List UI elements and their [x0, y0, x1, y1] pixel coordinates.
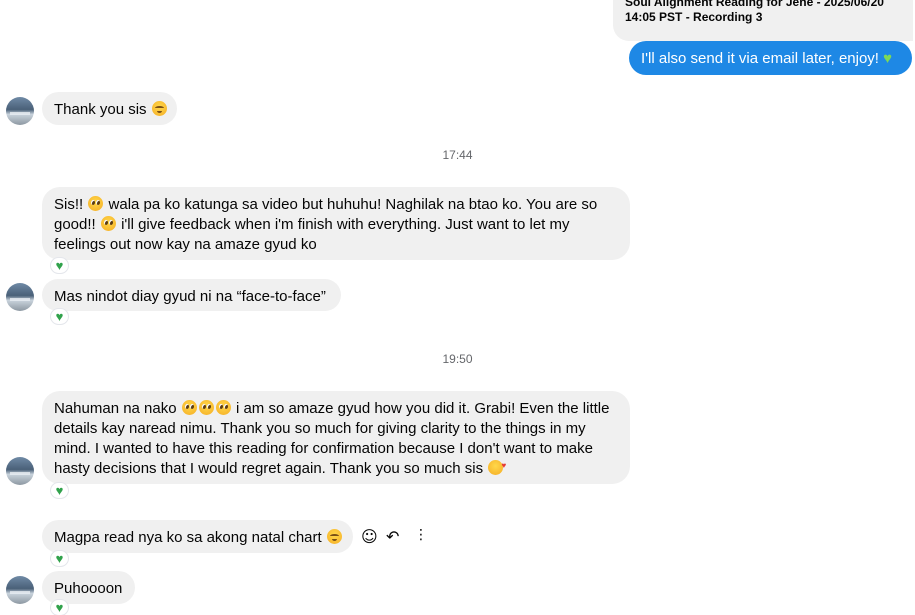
reply-arrow-icon[interactable]: ↶ [386, 527, 399, 546]
message-line: Sis!! wala pa ko katunga sa video but hu… [54, 195, 618, 215]
message-text: details kay naread nimu. Thank you so mu… [54, 420, 586, 437]
incoming-message[interactable]: Mas nindot diay gyud ni na “face-to-face… [42, 279, 341, 311]
incoming-message[interactable]: Nahuman na nako i am so amaze gyud how y… [42, 391, 630, 484]
avatar[interactable] [6, 97, 34, 125]
more-vertical-icon[interactable]: ⋮ [414, 527, 428, 543]
pleading-face-emoji [198, 400, 214, 415]
incoming-message[interactable]: Sis!! wala pa ko katunga sa video but hu… [42, 187, 630, 260]
message-text: hasty decisions that I would regret agai… [54, 460, 484, 477]
avatar[interactable] [6, 576, 34, 604]
green-heart-emoji: ♥ [883, 50, 893, 67]
message-text: Puhoooon [54, 580, 123, 597]
message-text: I'll also send it via email later, enjoy… [641, 50, 879, 67]
relieved-face-emoji [326, 529, 342, 544]
message-line: Nahuman na nako i am so amaze gyud how y… [54, 399, 618, 419]
reaction-badge[interactable]: ♥ [51, 309, 68, 324]
reaction-badge[interactable]: ♥ [51, 483, 68, 498]
reaction-badge[interactable]: ♥ [51, 258, 68, 273]
message-text: Nahuman na nako [54, 400, 177, 417]
message-line: mind. I wanted to have this reading for … [54, 439, 618, 459]
message-line: details kay naread nimu. Thank you so mu… [54, 419, 618, 439]
timestamp: 19:50 [442, 352, 473, 366]
message-text: i am so amaze gyud how you did it. Grabi… [235, 400, 610, 417]
pleading-face-emoji [100, 216, 116, 231]
message-text: Sis!! [54, 196, 84, 213]
green-heart-icon: ♥ [55, 551, 64, 566]
recording-title-line1: Soul Alignment Reading for Jene - 2025/0… [625, 0, 884, 9]
message-text: mind. I wanted to have this reading for … [54, 440, 593, 457]
shared-recording-title: Soul Alignment Reading for Jene - 2025/0… [625, 0, 905, 25]
relieved-face-emoji [151, 101, 167, 116]
pleading-face-emoji [88, 196, 104, 211]
message-line: good!! i'll give feedback when i'm finis… [54, 215, 618, 235]
message-text: Mas nindot diay gyud ni na “face-to-face… [54, 288, 326, 305]
avatar[interactable] [6, 283, 34, 311]
incoming-message[interactable]: Magpa read nya ko sa akong natal chart [42, 520, 353, 553]
message-line: hasty decisions that I would regret agai… [54, 456, 618, 479]
pleading-face-emoji [215, 400, 231, 415]
green-heart-icon: ♥ [55, 309, 64, 324]
recording-title-line2: 14:05 PST - Recording 3 [625, 10, 763, 24]
message-text: feelings out now kay na amaze gyud ko [54, 236, 317, 253]
smiling-face-with-hearts-emoji [488, 456, 506, 476]
message-text: wala pa ko katunga sa video but huhuhu! … [108, 196, 598, 213]
green-heart-icon: ♥ [55, 600, 64, 615]
message-text: Magpa read nya ko sa akong natal chart [54, 529, 322, 546]
pleading-face-emoji [181, 400, 197, 415]
green-heart-icon: ♥ [55, 258, 64, 273]
reaction-badge[interactable]: ♥ [51, 551, 68, 566]
smiley-face-icon[interactable]: ☺ [361, 527, 378, 546]
incoming-message[interactable]: Thank you sis [42, 92, 177, 125]
message-text: Thank you sis [54, 101, 147, 118]
avatar[interactable] [6, 457, 34, 485]
message-text: i'll give feedback when i'm finish with … [121, 216, 570, 233]
outgoing-message[interactable]: I'll also send it via email later, enjoy… [629, 41, 912, 75]
message-line: feelings out now kay na amaze gyud ko [54, 235, 618, 255]
timestamp: 17:44 [442, 148, 473, 162]
green-heart-icon: ♥ [55, 483, 64, 498]
message-text: good!! [54, 216, 96, 233]
